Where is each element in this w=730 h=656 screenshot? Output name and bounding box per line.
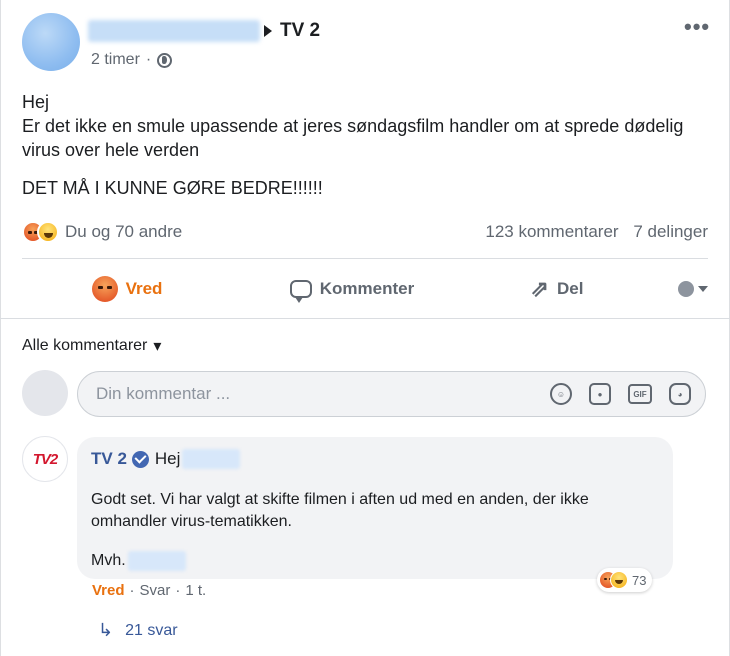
share-button[interactable]: ⇗ Del <box>472 266 642 312</box>
post-action-bar: Vred Kommenter ⇗ Del <box>22 266 708 312</box>
haha-emoji-icon <box>37 221 59 243</box>
poster-name-blurred <box>88 20 260 42</box>
comment-reactions[interactable]: 73 <box>597 568 653 592</box>
comment-actions: Vred · Svar · 1 t. <box>92 582 206 599</box>
comment-signoff-text: Mvh. <box>91 552 126 569</box>
audience-icon <box>678 281 694 297</box>
divider <box>0 318 730 319</box>
comments-filter-label: Alle kommentarer <box>22 337 148 354</box>
comment-react-button[interactable]: Vred <box>92 582 125 599</box>
comment-time[interactable]: 1 t. <box>185 582 206 599</box>
separator: · <box>175 582 181 599</box>
verified-icon <box>131 450 149 468</box>
reaction-summary: Du og 70 andre 123 kommentarer 7 delinge… <box>22 219 708 245</box>
comments-count-link[interactable]: 123 kommentarer <box>485 222 618 241</box>
comment-reply-button[interactable]: Svar <box>140 582 171 599</box>
poster-avatar[interactable] <box>22 13 80 71</box>
engagement-counts: 123 kommentarer 7 delinger <box>475 222 708 242</box>
comment-author-link[interactable]: TV 2 <box>91 449 127 469</box>
post-text-line: DET MÅ I KUNNE GØRE BEDRE!!!!!! <box>22 178 323 198</box>
more-options-icon[interactable]: ••• <box>684 14 710 40</box>
shares-count-link[interactable]: 7 delinger <box>633 222 708 241</box>
post-meta: 2 timer · <box>91 51 173 69</box>
haha-emoji-icon <box>610 571 628 589</box>
comment: TV 2 Hej Godt set. Vi har valgt at skift… <box>77 437 673 579</box>
user-avatar[interactable] <box>22 370 68 416</box>
gif-icon[interactable]: GIF <box>628 384 652 404</box>
comment-header: TV 2 Hej <box>91 449 659 469</box>
comment-body: Godt set. Vi har valgt at skifte filmen … <box>91 491 589 530</box>
post-text: Hej Er det ikke en smule upassende at je… <box>22 90 712 200</box>
share-icon: ⇗ <box>530 276 549 301</box>
camera-icon[interactable]: ● <box>589 383 611 405</box>
separator: · <box>129 582 135 599</box>
reactions-link[interactable]: Du og 70 andre <box>22 221 182 243</box>
comment-composer: ☺ ● GIF ◕ <box>77 371 706 417</box>
comment-icon <box>289 280 312 303</box>
globe-icon[interactable] <box>157 52 173 68</box>
comment-signoff: Mvh. <box>91 551 659 571</box>
page-name-link[interactable]: TV 2 <box>280 20 320 42</box>
signature-blurred <box>127 551 186 571</box>
chevron-down-icon <box>698 286 708 292</box>
post-text-line: Hej <box>22 92 50 112</box>
share-button-label: Del <box>556 279 584 298</box>
comment-input[interactable] <box>96 384 533 404</box>
comments-filter-dropdown[interactable]: Alle kommentarer ▾ <box>22 336 161 356</box>
meta-separator: · <box>145 51 152 68</box>
tv2-avatar[interactable]: TV2 <box>22 436 68 482</box>
comment-reaction-count: 73 <box>632 572 647 588</box>
reply-arrow-icon: ↳ <box>98 620 114 640</box>
view-replies-link[interactable]: ↳ 21 svar <box>98 620 178 641</box>
audience-selector[interactable] <box>642 266 708 312</box>
reactions-count: Du og 70 andre <box>65 222 183 241</box>
emoji-icon[interactable]: ☺ <box>550 383 572 405</box>
post-timestamp[interactable]: 2 timer <box>91 51 140 69</box>
post-text-line: Er det ikke en smule upassende at jeres … <box>22 116 684 160</box>
sticker-icon[interactable]: ◕ <box>669 383 691 405</box>
react-button[interactable]: Vred <box>22 266 232 312</box>
chevron-down-icon: ▾ <box>153 338 162 355</box>
posted-to-arrow-icon <box>264 25 272 37</box>
mention-blurred <box>182 449 241 469</box>
divider <box>22 258 708 259</box>
comment-button[interactable]: Kommenter <box>232 266 472 312</box>
react-button-label: Vred <box>125 279 163 298</box>
angry-emoji-icon <box>91 276 118 302</box>
replies-count: 21 svar <box>125 621 178 639</box>
comment-button-label: Kommenter <box>319 279 415 298</box>
comment-greeting: Hej <box>154 449 181 468</box>
